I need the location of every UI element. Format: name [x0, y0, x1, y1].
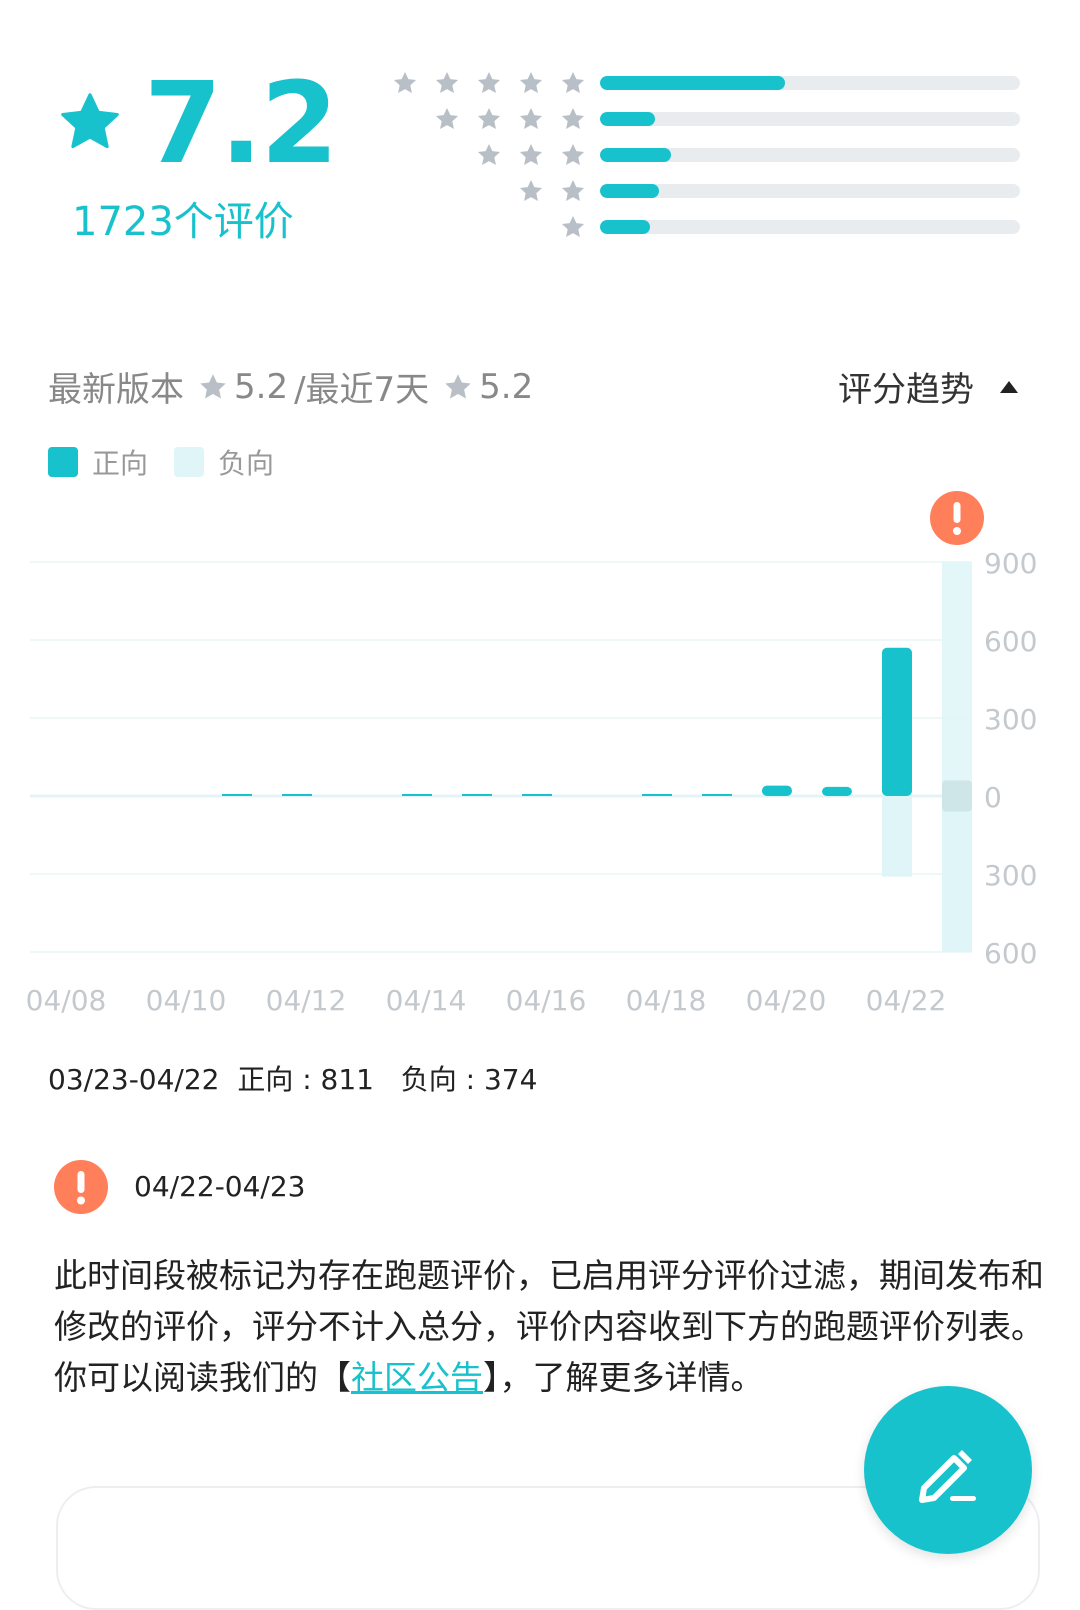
y-tick-label: 300 — [984, 859, 1037, 892]
y-tick-label: 300 — [984, 703, 1037, 736]
positive-bar — [522, 794, 552, 796]
star-icon — [561, 107, 585, 129]
rating-trend-toggle[interactable]: 评分趋势 — [838, 362, 1018, 411]
star-icon — [561, 143, 585, 165]
recent-7days-label: /最近7天 — [294, 370, 430, 410]
star-icon — [435, 71, 459, 93]
positive-bar — [462, 794, 492, 796]
flagged-column — [942, 562, 972, 952]
x-tick-label: 04/08 — [26, 984, 107, 1017]
rating-row-stars — [434, 106, 586, 132]
rating-count: 1723个评价 — [72, 199, 294, 245]
flagged-marker — [942, 780, 972, 812]
star-icon — [477, 107, 501, 129]
star-icon — [519, 71, 543, 93]
star-icon — [435, 107, 459, 129]
star-icon — [561, 71, 585, 93]
negative-bar — [882, 796, 912, 877]
notice-read-prefix: 你可以阅读我们的【 — [54, 1358, 351, 1397]
rating-row-track — [600, 76, 1020, 90]
y-tick-label: 600 — [984, 937, 1037, 970]
positive-bar — [642, 794, 672, 796]
notice-read-suffix: 】，了解更多详情。 — [483, 1358, 764, 1397]
summary-positive: 正向 : 811 — [237, 1063, 374, 1096]
exclamation-icon-dot — [953, 527, 961, 535]
star-icon — [393, 71, 417, 93]
positive-bar — [222, 794, 252, 796]
version-score-line: 最新版本 5.2 /最近7天 5.2 — [48, 362, 533, 411]
y-tick-label: 0 — [984, 781, 1002, 814]
y-tick-label: 900 — [984, 547, 1037, 580]
legend-positive-label: 正向 — [92, 447, 149, 480]
pen-icon — [919, 1450, 976, 1503]
star-icon — [445, 373, 471, 398]
rating-row-5-star — [380, 70, 1030, 96]
period-summary: 03/23-04/22 正向 : 811 负向 : 374 — [48, 1058, 537, 1098]
rating-row-fill — [600, 148, 672, 162]
rating-row-stars — [392, 70, 586, 96]
x-tick-label: 04/12 — [266, 984, 347, 1017]
star-icon — [519, 179, 543, 201]
rating-star-icon — [61, 93, 119, 149]
rating-row-fill — [600, 112, 655, 126]
x-tick-label: 04/18 — [626, 984, 707, 1017]
positive-bar — [282, 794, 312, 796]
rating-trend-chart: 900 600 300 0 300 600 04/08 04/10 04/12 04/14 04/1… — [26, 491, 1037, 1017]
latest-version-label: 最新版本 — [48, 370, 184, 410]
star-icon — [519, 107, 543, 129]
rating-row-2-star — [380, 178, 1030, 204]
positive-bar — [822, 786, 852, 796]
y-tick-label: 600 — [984, 625, 1037, 658]
latest-version-score: 5.2 — [234, 366, 289, 407]
exclamation-icon-bar — [953, 502, 961, 523]
rating-row-fill — [600, 184, 659, 198]
exclamation-icon — [54, 1160, 108, 1214]
x-tick-label: 04/10 — [146, 984, 227, 1017]
community-announcement-link[interactable]: 社区公告 — [351, 1358, 483, 1397]
x-tick-label: 04/22 — [866, 984, 947, 1017]
summary-negative: 负向 : 374 — [400, 1063, 538, 1096]
legend-negative-swatch — [174, 447, 205, 477]
star-icon — [477, 143, 501, 165]
rating-row-stars — [476, 142, 586, 168]
recent-7days-score: 5.2 — [479, 366, 534, 407]
notice-text: 此时间段被标记为存在跑题评价，已启用评分评价过滤，期间发布和修改的评价，评分不计… — [54, 1250, 1044, 1403]
rating-row-1-star — [380, 214, 1030, 240]
x-tick-label: 04/14 — [386, 984, 467, 1017]
rating-row-stars — [518, 178, 586, 204]
rating-row-track — [600, 184, 1020, 198]
rating-row-track — [600, 112, 1020, 126]
positive-bar — [762, 785, 792, 796]
notice-body: 此时间段被标记为存在跑题评价，已启用评分评价过滤，期间发布和修改的评价，评分不计… — [54, 1256, 1044, 1346]
legend-positive: 正向 — [48, 442, 148, 482]
positive-bar — [702, 794, 732, 796]
chart-legend: 正向 负向 — [48, 442, 300, 482]
legend-positive-swatch — [48, 447, 78, 477]
x-tick-label: 04/16 — [506, 984, 587, 1017]
star-icon — [519, 143, 543, 165]
star-icon — [561, 179, 585, 201]
legend-negative-label: 负向 — [218, 447, 275, 480]
star-icon — [561, 215, 585, 237]
legend-negative: 负向 — [174, 442, 274, 482]
rating-row-stars — [560, 214, 586, 240]
rating-row-3-star — [380, 142, 1030, 168]
rating-row-track — [600, 220, 1020, 234]
rating-row-4-star — [380, 106, 1030, 132]
rating-row-track — [600, 148, 1020, 162]
star-icon — [477, 71, 501, 93]
rating-row-fill — [600, 220, 651, 234]
positive-bar — [882, 647, 912, 796]
star-icon — [200, 373, 226, 398]
rating-score: 7.2 — [144, 59, 338, 189]
rating-row-fill — [600, 76, 785, 90]
rating-trend-label: 评分趋势 — [838, 370, 974, 410]
caret-up-icon — [1000, 380, 1018, 393]
positive-bar — [402, 794, 432, 796]
notice-date-range: 04/22-04/23 — [134, 1170, 306, 1203]
summary-range: 03/23-04/22 — [48, 1063, 220, 1096]
x-tick-label: 04/20 — [746, 984, 827, 1017]
